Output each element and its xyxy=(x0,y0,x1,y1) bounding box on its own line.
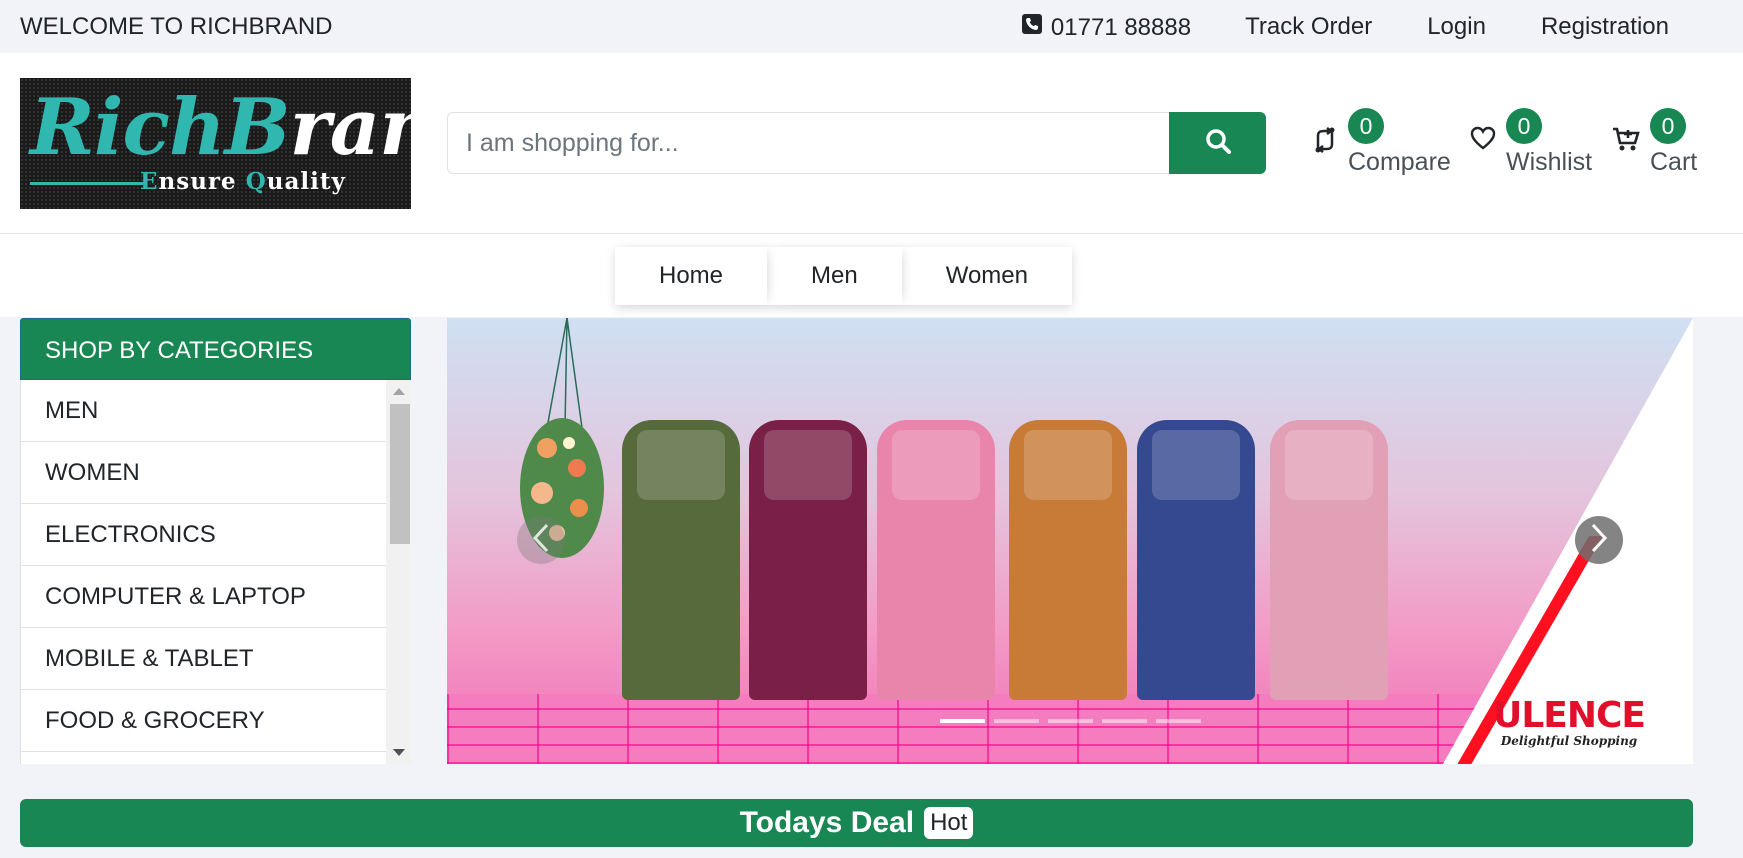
header: RichBrand Ensure Quality 0 Compare 0 Wis… xyxy=(0,53,1743,234)
compare-button[interactable]: 0 Compare xyxy=(1312,108,1451,177)
dress-image xyxy=(863,420,1009,700)
hero-carousel: ULENCE Delightful Shopping xyxy=(447,318,1693,764)
search-bar xyxy=(447,112,1266,174)
compare-icon xyxy=(1312,126,1338,159)
login-link[interactable]: Login xyxy=(1427,13,1486,42)
carousel-indicators xyxy=(940,719,1201,723)
site-logo[interactable]: RichBrand Ensure Quality xyxy=(20,78,411,209)
hot-badge: Hot xyxy=(924,807,974,839)
phone-icon xyxy=(1021,13,1043,42)
nav-item-home[interactable]: Home xyxy=(615,247,767,305)
category-sidebar-title: SHOP BY CATEGORIES xyxy=(20,318,411,380)
track-order-link[interactable]: Track Order xyxy=(1245,13,1372,42)
compare-label: Compare xyxy=(1348,148,1451,176)
registration-link[interactable]: Registration xyxy=(1541,13,1669,42)
category-item-electronics[interactable]: ELECTRONICS xyxy=(21,504,386,566)
logo-text: RichBrand xyxy=(30,82,411,173)
top-links: 01771 88888 Track Order Login Registrati… xyxy=(1021,13,1669,42)
wishlist-count-badge: 0 xyxy=(1506,108,1542,144)
welcome-text: WELCOME TO RICHBRAND xyxy=(20,13,333,40)
carousel-indicator[interactable] xyxy=(1156,719,1201,723)
todays-deal-title: Todays Deal xyxy=(739,806,915,839)
cart-label: Cart xyxy=(1650,148,1698,176)
scrollbar-thumb[interactable] xyxy=(390,404,410,544)
chevron-left-icon xyxy=(531,523,551,558)
carousel-next-button[interactable] xyxy=(1575,516,1623,564)
nav-item-women[interactable]: Women xyxy=(902,247,1072,305)
dress-image xyxy=(1123,420,1269,700)
cart-icon xyxy=(1612,126,1640,157)
main-nav: Home Men Women xyxy=(615,247,1072,305)
carousel-prev-button[interactable] xyxy=(517,516,565,564)
cart-button[interactable]: 0 Cart xyxy=(1612,108,1697,177)
scroll-down-arrow[interactable] xyxy=(393,749,405,756)
category-scrollbar[interactable] xyxy=(386,380,411,764)
dress-image xyxy=(608,420,754,700)
carousel-indicator[interactable] xyxy=(940,719,985,723)
category-item-computer-laptop[interactable]: COMPUTER & LAPTOP xyxy=(21,566,386,628)
compare-count-badge: 0 xyxy=(1348,108,1384,144)
chevron-right-icon xyxy=(1589,523,1609,558)
top-bar: WELCOME TO RICHBRAND 01771 88888 Track O… xyxy=(0,0,1743,53)
search-icon xyxy=(1205,128,1231,159)
carousel-indicator[interactable] xyxy=(994,719,1039,723)
carousel-indicator[interactable] xyxy=(1102,719,1147,723)
category-item-men[interactable]: MEN xyxy=(21,380,386,442)
search-input[interactable] xyxy=(447,112,1169,174)
category-item-mobile-tablet[interactable]: MOBILE & TABLET xyxy=(21,628,386,690)
brand-name: ULENCE xyxy=(1493,695,1646,736)
dress-image xyxy=(735,420,881,700)
brand-tagline: Delightful Shopping xyxy=(1500,734,1638,748)
hanging-flowers-image xyxy=(520,318,604,558)
wishlist-button[interactable]: 0 Wishlist xyxy=(1470,108,1592,177)
logo-tagline: Ensure Quality xyxy=(140,168,346,195)
category-item-food-grocery[interactable]: FOOD & GROCERY xyxy=(21,690,386,752)
wishlist-label: Wishlist xyxy=(1506,148,1593,176)
dress-image xyxy=(1256,420,1402,700)
search-button[interactable] xyxy=(1169,112,1266,174)
heart-icon xyxy=(1470,126,1496,155)
category-item-women[interactable]: WOMEN xyxy=(21,442,386,504)
carousel-indicator[interactable] xyxy=(1048,719,1093,723)
scroll-up-arrow[interactable] xyxy=(393,388,405,395)
cart-count-badge: 0 xyxy=(1650,108,1686,144)
phone-number: 01771 88888 xyxy=(1050,13,1192,41)
brand-logo: ULENCE Delightful Shopping xyxy=(1493,695,1646,749)
todays-deal-bar[interactable]: Todays Deal Hot xyxy=(20,799,1693,847)
phone-contact[interactable]: 01771 88888 xyxy=(1021,13,1191,42)
category-sidebar: SHOP BY CATEGORIES MEN WOMEN ELECTRONICS… xyxy=(20,318,411,764)
dress-image xyxy=(995,420,1141,700)
nav-item-men[interactable]: Men xyxy=(767,247,902,305)
category-list: MEN WOMEN ELECTRONICS COMPUTER & LAPTOP … xyxy=(20,380,386,764)
main-nav-bar: Home Men Women xyxy=(0,234,1743,317)
logo-underline xyxy=(30,182,145,185)
